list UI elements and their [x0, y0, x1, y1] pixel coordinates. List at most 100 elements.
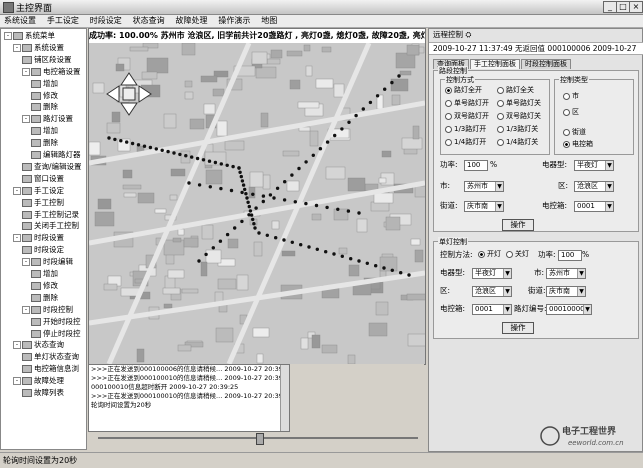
street-lamp-icon[interactable] [407, 273, 411, 277]
log-scrollbar[interactable] [280, 365, 289, 431]
street-lamp-icon[interactable] [211, 246, 215, 250]
tree-node[interactable]: 删除 [31, 293, 58, 302]
street-lamp-icon[interactable] [241, 183, 246, 187]
street-lamp-icon[interactable] [225, 163, 229, 167]
street-lamp-icon[interactable] [252, 222, 256, 226]
minimize-button[interactable]: _ [603, 1, 617, 13]
street-lamp-icon[interactable] [219, 162, 223, 166]
power-input[interactable]: 100 [464, 160, 488, 171]
tree-node[interactable]: 编辑路灯器 [31, 150, 81, 159]
tree-node[interactable]: 铺区段设置 [22, 55, 72, 64]
street-lamp-icon[interactable] [268, 193, 273, 197]
single-street-select[interactable]: 庆市南 ▼ [546, 286, 586, 297]
tree-node[interactable]: 删除 [31, 138, 58, 148]
tree-node[interactable]: 增加 [31, 269, 58, 278]
street-lamp-icon[interactable] [325, 140, 330, 144]
street-lamp-icon[interactable] [237, 166, 241, 170]
street-lamp-icon[interactable] [225, 232, 230, 237]
street-lamp-icon[interactable] [336, 207, 340, 211]
tree-node[interactable]: 开始时段控 [31, 317, 81, 326]
street-lamp-icon[interactable] [160, 148, 164, 152]
tree-node[interactable]: 修改 [31, 91, 58, 100]
zoom-slider[interactable] [88, 432, 424, 445]
single-district-select[interactable]: 沧浪区 ▼ [472, 286, 512, 297]
street-lamp-icon[interactable] [365, 261, 369, 265]
menu-status-query[interactable]: 状态查询 [129, 15, 169, 27]
control-type-radio[interactable]: 街道 [563, 128, 586, 137]
control-mode-radio[interactable]: 路灯全开 [445, 86, 482, 95]
street-lamp-icon[interactable] [282, 238, 286, 242]
street-lamp-icon[interactable] [136, 143, 141, 147]
tree-node[interactable]: - 状态查询 [13, 340, 64, 350]
street-lamp-icon[interactable] [390, 80, 394, 85]
street-lamp-icon[interactable] [311, 153, 315, 157]
street-lamp-icon[interactable] [207, 159, 212, 163]
tree-toggle-icon[interactable]: - [22, 258, 30, 267]
pan-center-icon[interactable] [122, 87, 136, 101]
control-mode-radio[interactable]: 双号路灯开 [445, 112, 489, 121]
street-lamp-icon[interactable] [283, 180, 287, 184]
tree-node[interactable]: 手工控制 [22, 198, 64, 207]
street-lamp-icon[interactable] [340, 254, 344, 258]
street-lamp-icon[interactable] [113, 137, 117, 142]
tree-node[interactable]: 手工控制记录 [22, 210, 79, 219]
street-lamp-icon[interactable] [197, 183, 202, 187]
street-lamp-icon[interactable] [375, 94, 380, 98]
tree-node[interactable]: 单灯状态查询 [22, 352, 79, 362]
tree-node[interactable]: - 时段设置 [13, 233, 64, 243]
single-lamp-no-select[interactable]: 000100001 ▼ [546, 304, 592, 315]
street-lamp-icon[interactable] [254, 206, 258, 210]
street-lamp-icon[interactable] [257, 231, 261, 235]
street-lamp-icon[interactable] [315, 247, 319, 251]
street-lamp-icon[interactable] [307, 245, 311, 249]
menu-time-settings[interactable]: 时段设定 [86, 15, 126, 27]
street-lamp-icon[interactable] [361, 107, 365, 111]
tree-node[interactable]: 查询/编辑设置 [22, 162, 82, 171]
street-lamp-icon[interactable] [248, 209, 253, 213]
tree-toggle-icon[interactable]: - [22, 115, 30, 124]
street-lamp-icon[interactable] [142, 144, 147, 148]
street-lamp-icon[interactable] [346, 209, 351, 213]
tree-toggle-icon[interactable]: - [13, 43, 21, 52]
control-mode-radio[interactable]: 单号路灯开 [445, 99, 489, 108]
street-lamp-icon[interactable] [246, 200, 250, 204]
street-lamp-icon[interactable] [219, 186, 223, 191]
street-lamp-icon[interactable] [261, 199, 265, 204]
street-lamp-icon[interactable] [340, 127, 344, 131]
segment-operate-button[interactable]: 操作 [502, 219, 534, 231]
street-lamp-icon[interactable] [318, 147, 323, 151]
street-lamp-icon[interactable] [275, 186, 280, 190]
street-lamp-icon[interactable] [314, 203, 319, 208]
tree-node[interactable]: 增加 [31, 126, 58, 136]
tree-node[interactable]: 电控箱信息浏 [22, 364, 79, 374]
street-lamp-icon[interactable] [347, 120, 351, 125]
control-type-radio[interactable]: 区 [563, 108, 579, 117]
street-lamp-icon[interactable] [172, 151, 176, 155]
street-lamp-icon[interactable] [299, 243, 303, 247]
close-button[interactable]: × [629, 1, 643, 13]
tree-toggle-icon[interactable]: - [13, 341, 21, 350]
street-lamp-icon[interactable] [201, 158, 206, 162]
street-lamp-icon[interactable] [240, 179, 245, 183]
control-type-radio[interactable]: 市 [563, 92, 579, 101]
street-lamp-icon[interactable] [148, 145, 153, 150]
street-lamp-icon[interactable] [251, 192, 255, 196]
street-lamp-icon[interactable] [240, 190, 244, 195]
tree-toggle-icon[interactable]: - [13, 186, 21, 195]
tree-node[interactable]: 修改 [31, 281, 58, 290]
street-select[interactable]: 庆市南 ▼ [464, 201, 504, 212]
street-lamp-icon[interactable] [190, 155, 194, 159]
street-lamp-icon[interactable] [290, 240, 294, 244]
street-lamp-icon[interactable] [349, 257, 353, 261]
tree-node[interactable]: - 时段控制 [22, 305, 73, 314]
tree-node[interactable]: 增加 [31, 79, 58, 88]
street-lamp-icon[interactable] [290, 173, 294, 177]
control-mode-radio[interactable]: 双号路灯关 [497, 112, 541, 121]
street-lamp-icon[interactable] [218, 239, 223, 243]
city-select[interactable]: 苏州市 ▼ [464, 181, 504, 192]
tree-toggle-icon[interactable]: - [13, 377, 21, 386]
street-lamp-icon[interactable] [229, 188, 234, 193]
street-lamp-icon[interactable] [253, 226, 257, 230]
street-lamp-icon[interactable] [333, 133, 337, 138]
street-lamp-icon[interactable] [244, 192, 248, 196]
